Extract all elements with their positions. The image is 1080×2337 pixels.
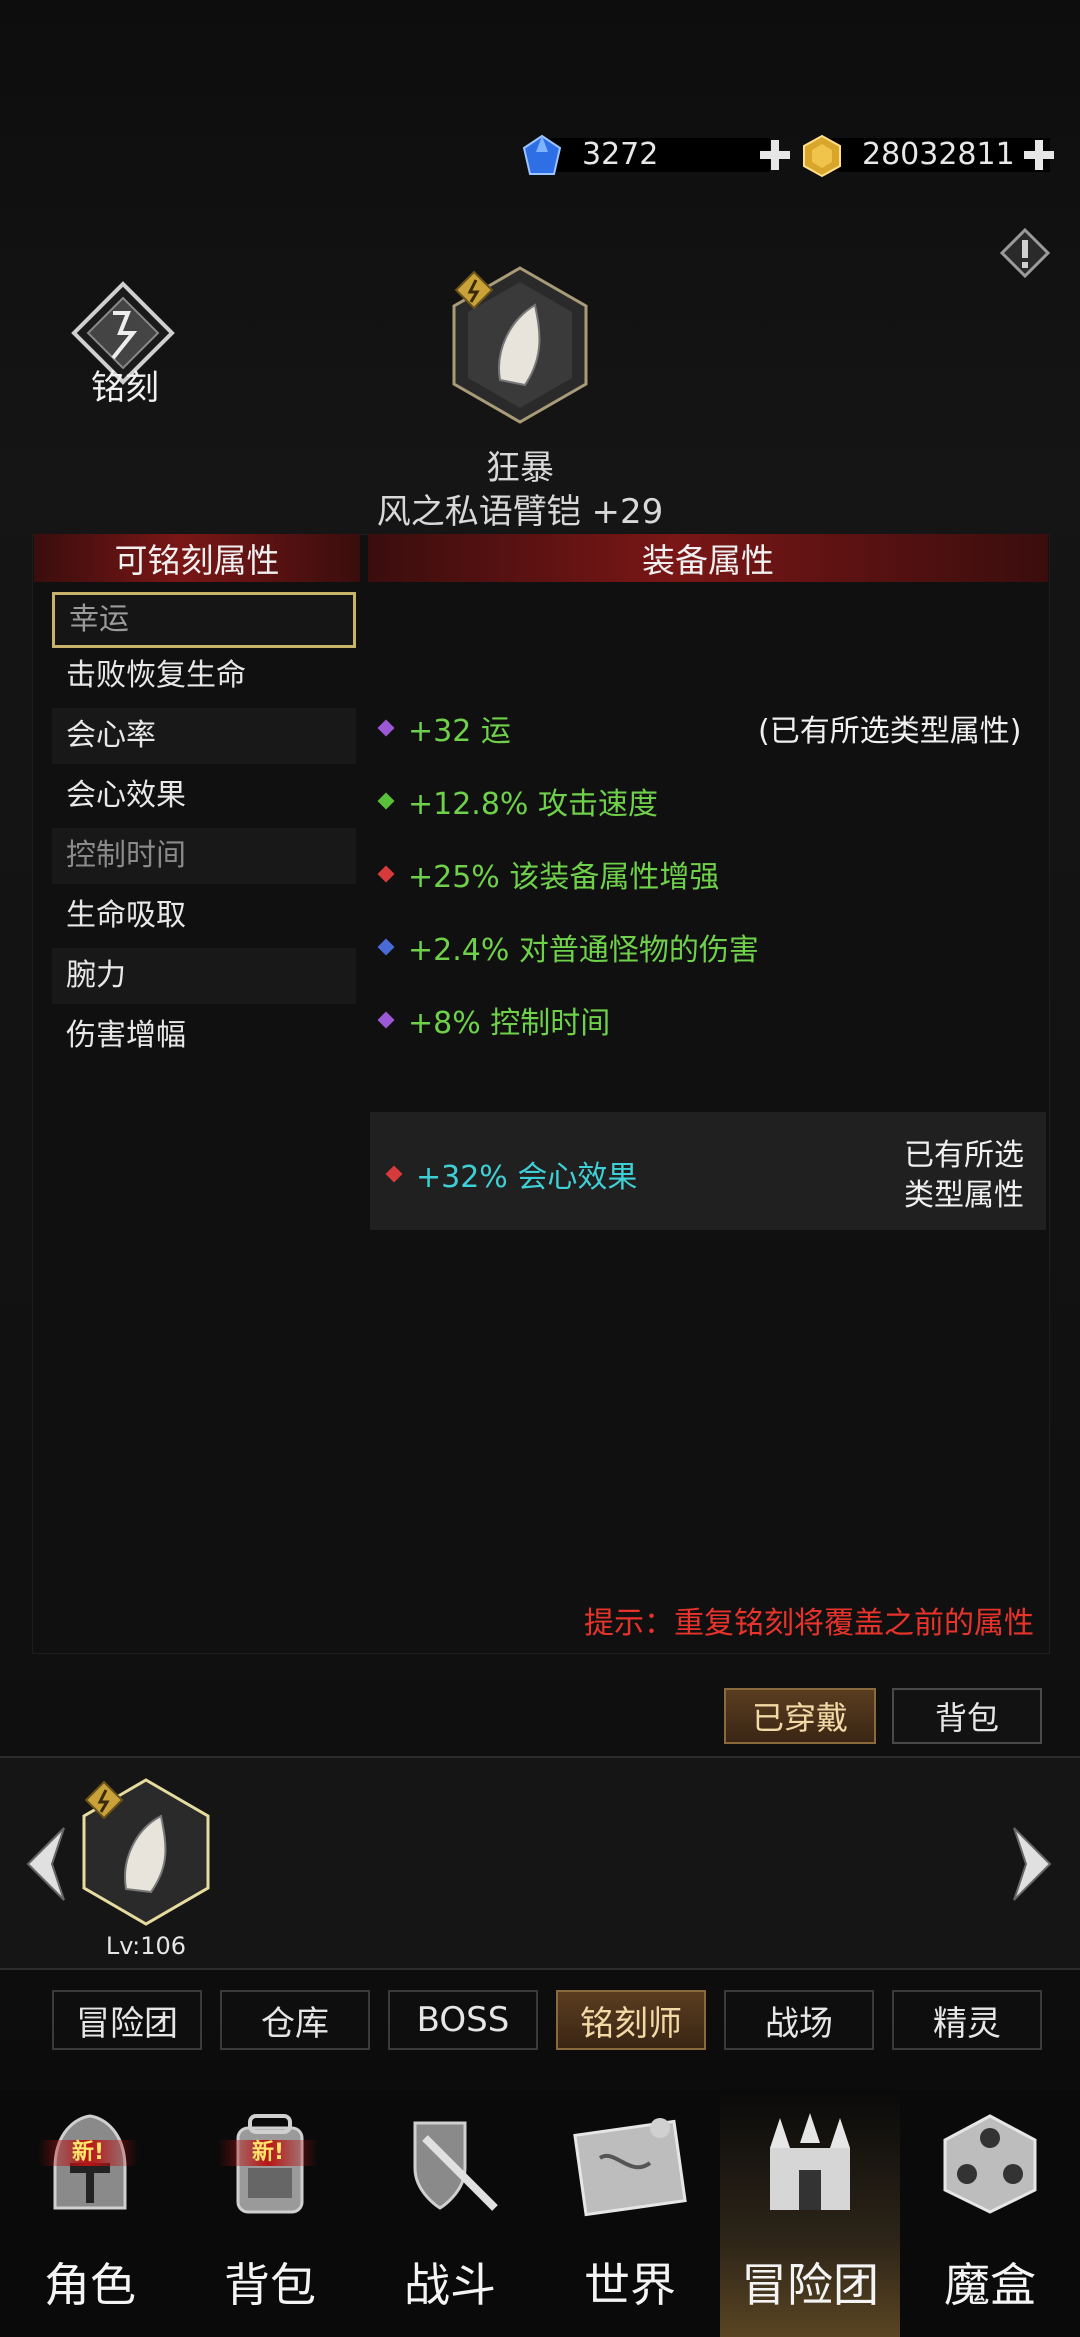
castle-icon xyxy=(755,2108,865,2222)
nav-item[interactable]: 冒险团 xyxy=(720,2090,900,2337)
prev-arrow-icon[interactable] xyxy=(18,1824,70,1904)
nav-item[interactable]: 新! 角色 xyxy=(0,2090,180,2337)
tab-item[interactable]: 铭刻师 xyxy=(556,1990,706,2050)
gold-count: 28032811 xyxy=(820,138,1050,172)
tab-item[interactable]: BOSS xyxy=(388,1990,538,2050)
hint-text: 提示：重复铭刻将覆盖之前的属性 xyxy=(584,1606,1034,1641)
nav-label: 冒险团 xyxy=(741,2258,879,2312)
magic-box-icon xyxy=(935,2108,1045,2222)
add-gems-button[interactable] xyxy=(758,138,792,172)
special-stat-note-2: 类型属性 xyxy=(904,1178,1024,1213)
backpack-button[interactable]: 背包 xyxy=(892,1688,1042,1744)
selected-item-icon[interactable] xyxy=(76,1774,216,1930)
item-frame-icon xyxy=(452,266,588,424)
tab-item[interactable]: 仓库 xyxy=(220,1990,370,2050)
special-stat-box: +32% 会心效果 已有所选 类型属性 xyxy=(370,1112,1046,1230)
stat-gem-icon xyxy=(377,792,395,810)
new-badge: 新! xyxy=(38,2140,138,2166)
nav-item[interactable]: 战斗 xyxy=(360,2090,540,2337)
nav-label: 战斗 xyxy=(404,2258,496,2312)
stat-text: +25% 该装备属性增强 xyxy=(408,860,720,895)
map-scroll-icon xyxy=(570,2108,690,2222)
tab-item[interactable]: 冒险团 xyxy=(52,1990,202,2050)
equipment-stat-row: +12.8% 攻击速度 xyxy=(377,779,658,823)
equipment-stat-row: +8% 控制时间 xyxy=(377,998,611,1042)
nav-label: 角色 xyxy=(44,2258,136,2312)
info-icon[interactable] xyxy=(1000,228,1050,278)
special-stat-note-1: 已有所选 xyxy=(904,1138,1024,1173)
inscribable-header: 可铭刻属性 xyxy=(34,534,360,582)
stat-text: +2.4% 对普通怪物的伤害 xyxy=(408,933,759,968)
nav-item[interactable]: 新! 背包 xyxy=(180,2090,360,2337)
stat-gem-icon xyxy=(377,719,395,737)
stat-text: +8% 控制时间 xyxy=(408,1006,611,1041)
gem-currency: 3272 xyxy=(520,134,790,178)
gem-count: 3272 xyxy=(540,138,770,172)
inscribe-button[interactable]: 铭刻 xyxy=(60,278,190,408)
attribute-item[interactable]: 幸运 xyxy=(52,592,356,648)
stat-note: (已有所选类型属性) xyxy=(758,714,1022,749)
equipment-stat-row: +25% 该装备属性增强 xyxy=(377,852,720,896)
special-stat-text: +32% 会心效果 xyxy=(416,1160,638,1195)
blue-gem-icon xyxy=(522,134,562,175)
inscribe-label: 铭刻 xyxy=(91,368,159,408)
attribute-item[interactable]: 伤害增幅 xyxy=(52,1008,356,1064)
equipment-stat-row: +32 运 xyxy=(377,706,511,750)
nav-label: 世界 xyxy=(584,2258,676,2312)
nav-item[interactable]: 世界 xyxy=(540,2090,720,2337)
attribute-item[interactable]: 会心率 xyxy=(52,708,356,764)
item-prefix: 狂暴 xyxy=(486,448,554,488)
equipped-button[interactable]: 已穿戴 xyxy=(724,1688,876,1744)
stat-text: +32 运 xyxy=(408,714,511,749)
stat-gem-icon xyxy=(377,865,395,883)
nav-label: 背包 xyxy=(224,2258,316,2312)
gold-coin-icon xyxy=(803,134,841,178)
tab-item[interactable]: 精灵 xyxy=(892,1990,1042,2050)
stat-gem-icon xyxy=(377,938,395,956)
next-arrow-icon[interactable] xyxy=(1008,1824,1060,1904)
item-carousel: Lv:106 xyxy=(0,1756,1080,1970)
stat-gem-icon xyxy=(377,1011,395,1029)
nav-item[interactable]: 魔盒 xyxy=(900,2090,1080,2337)
stat-text: +12.8% 攻击速度 xyxy=(408,787,658,822)
special-stat-gem-icon xyxy=(385,1165,403,1183)
attribute-item[interactable]: 击败恢复生命 xyxy=(52,648,356,704)
item-display xyxy=(440,260,600,430)
add-gold-button[interactable] xyxy=(1022,138,1056,172)
attribute-item[interactable]: 腕力 xyxy=(52,948,356,1004)
attribute-item[interactable]: 会心效果 xyxy=(52,768,356,824)
new-badge: 新! xyxy=(218,2140,318,2166)
shield-sword-icon xyxy=(395,2108,505,2222)
tab-item[interactable]: 战场 xyxy=(724,1990,874,2050)
nav-label: 魔盒 xyxy=(944,2258,1036,2312)
attribute-item[interactable]: 生命吸取 xyxy=(52,888,356,944)
item-name: 风之私语臂铠 +29 xyxy=(376,492,664,532)
attribute-item[interactable]: 控制时间 xyxy=(52,828,356,884)
item-level: Lv:106 xyxy=(105,1932,187,1960)
equipment-stat-row: +2.4% 对普通怪物的伤害 xyxy=(377,925,759,969)
equipment-header: 装备属性 xyxy=(368,534,1048,582)
gold-currency: 28032811 xyxy=(800,134,1070,178)
